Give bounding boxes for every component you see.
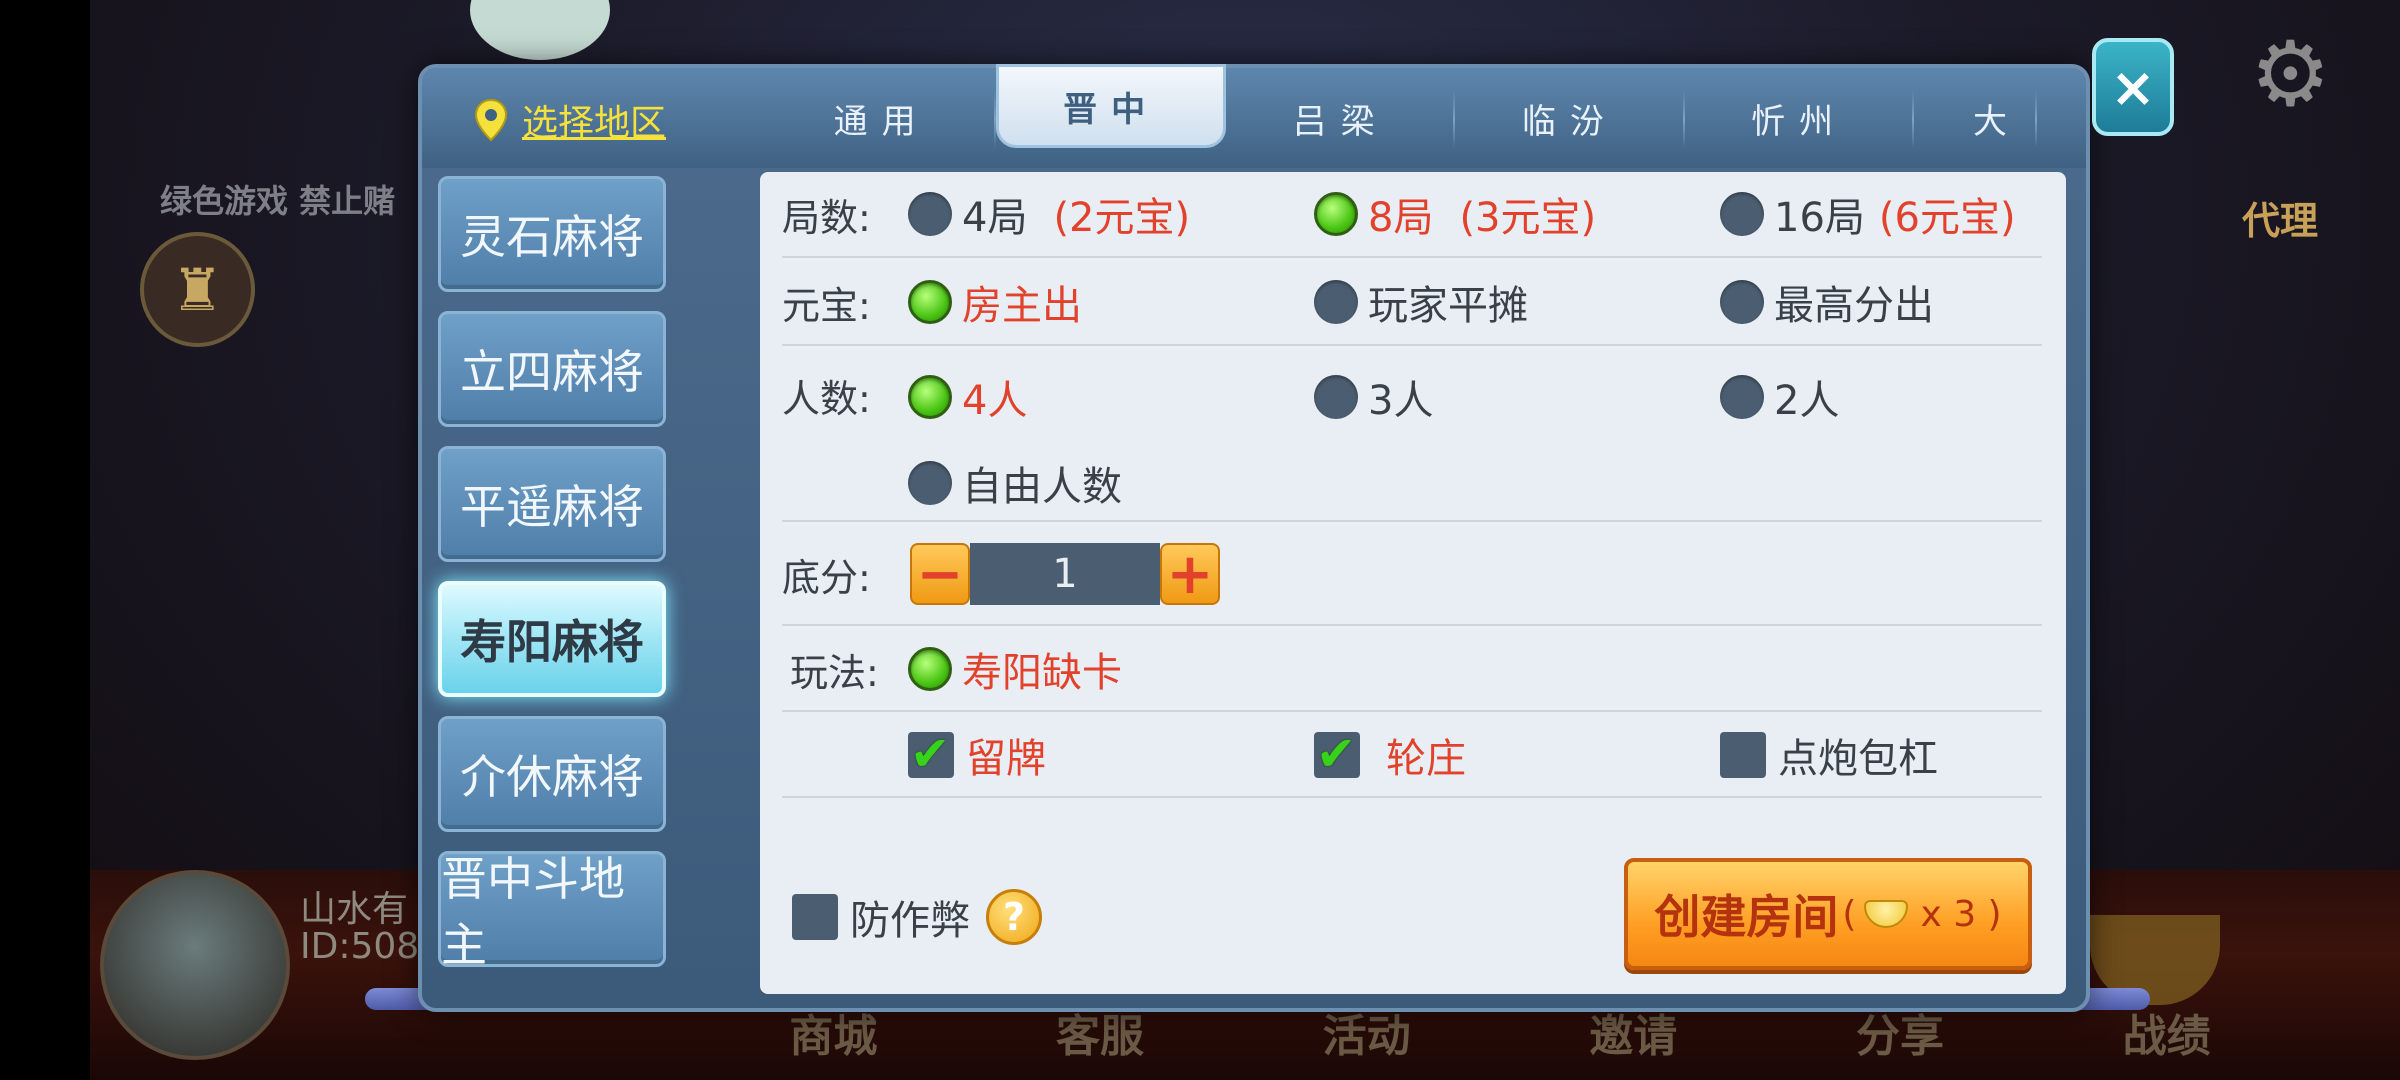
option-price: (3元宝) — [1459, 195, 1597, 241]
rounds-option-16[interactable]: 16局 (6元宝) — [1720, 185, 2016, 243]
extra-option-discard-pays-kong[interactable]: 点炮包杠 — [1720, 726, 1938, 784]
players-row: 人数: 4人 3人 2人 自由人数 — [782, 348, 2042, 522]
create-room-label: 创建房间 — [1654, 890, 1839, 944]
payment-label: 元宝: — [782, 283, 871, 328]
players-label: 人数: — [782, 377, 871, 421]
checkbox-icon — [792, 894, 838, 940]
location-pin-icon — [474, 98, 508, 142]
radio-icon — [908, 192, 952, 236]
option-text: 轮庄 — [1386, 736, 1466, 782]
option-text: 点炮包杠 — [1778, 736, 1938, 782]
help-icon[interactable]: ? — [986, 889, 1042, 945]
option-text: 房主出 — [962, 283, 1082, 329]
create-room-dialog: 选择地区 通用 晋中 吕梁 临汾 忻州 大 灵石麻将 立四麻将 平遥麻将 寿阳麻… — [418, 64, 2090, 1012]
checkbox-icon — [1720, 732, 1766, 778]
players-option-2[interactable]: 2人 — [1720, 368, 1839, 426]
anticheat-option[interactable]: 防作弊 ? — [792, 888, 1042, 946]
option-text: 自由人数 — [962, 464, 1122, 510]
player-id: ID:508 — [300, 926, 420, 967]
base-score-row: 底分: − 1 + — [782, 524, 2042, 626]
play-mode-option-shouyang-queka[interactable]: 寿阳缺卡 — [908, 640, 1122, 698]
radio-icon — [1314, 280, 1358, 324]
option-text: 留牌 — [966, 736, 1046, 782]
increment-button[interactable]: + — [1160, 542, 1220, 607]
gold-ingot-icon — [1864, 900, 1909, 928]
option-text: 2人 — [1774, 378, 1840, 424]
tab-linfen[interactable]: 临汾 — [1455, 68, 1685, 168]
create-room-cost: x 3 ) — [1920, 893, 2002, 935]
base-score-label: 底分: — [782, 555, 871, 600]
checkbox-checked-icon — [1314, 726, 1360, 782]
tab-xinzhou[interactable]: 忻州 — [1685, 68, 1915, 168]
options-panel: 局数: 4局 (2元宝) 8局 (3元宝) 16局 (6元宝) 元宝: 房主出 … — [760, 172, 2066, 994]
tab-general[interactable]: 通用 — [767, 68, 997, 168]
base-score-value: 1 — [970, 543, 1160, 605]
sidebar-item-pingyao-mahjong[interactable]: 平遥麻将 — [438, 446, 666, 562]
create-room-button[interactable]: 创建房间 ( x 3 ) — [1624, 858, 2032, 970]
gear-icon[interactable]: ⚙ — [2250, 30, 2331, 120]
sidebar-item-lisi-mahjong[interactable]: 立四麻将 — [438, 311, 666, 427]
close-button[interactable]: × — [2092, 38, 2174, 136]
option-text: 玩家平摊 — [1368, 283, 1528, 329]
players-option-free[interactable]: 自由人数 — [908, 454, 1122, 512]
option-price: (6元宝) — [1878, 195, 2016, 241]
option-text: 3人 — [1368, 378, 1434, 424]
sidebar-item-shouyang-mahjong[interactable]: 寿阳麻将 — [438, 581, 666, 697]
radio-icon — [1314, 375, 1358, 419]
option-text: 4局 — [962, 195, 1028, 241]
rounds-option-8[interactable]: 8局 (3元宝) — [1314, 185, 1596, 243]
play-mode-label: 玩法: — [790, 650, 879, 695]
extras-row: 留牌 轮庄 点炮包杠 — [782, 714, 2042, 798]
player-avatar[interactable] — [100, 870, 290, 1060]
option-text: 寿阳缺卡 — [962, 650, 1122, 696]
payment-option-highest[interactable]: 最高分出 — [1720, 273, 1934, 331]
option-price: (2元宝) — [1053, 195, 1191, 241]
radio-selected-icon — [908, 280, 952, 324]
radio-selected-icon — [1314, 192, 1358, 236]
payment-row: 元宝: 房主出 玩家平摊 最高分出 — [782, 260, 2042, 346]
sidebar-item-lingshi-mahjong[interactable]: 灵石麻将 — [438, 176, 666, 292]
rounds-option-4[interactable]: 4局 (2元宝) — [908, 185, 1190, 243]
payment-option-split[interactable]: 玩家平摊 — [1314, 273, 1528, 331]
region-select-label: 选择地区 — [522, 103, 667, 144]
anticheat-label: 防作弊 — [850, 898, 970, 944]
sidebar-item-jinzhong-doudizhu[interactable]: 晋中斗地主 — [438, 851, 666, 972]
radio-icon — [908, 461, 952, 505]
checkbox-checked-icon — [908, 726, 954, 782]
sidebar-item-jiexiu-mahjong[interactable]: 介休麻将 — [438, 716, 666, 832]
extra-option-rotate-dealer[interactable]: 轮庄 — [1314, 726, 1466, 784]
player-name: 山水有 — [300, 889, 409, 930]
players-option-4[interactable]: 4人 — [908, 368, 1027, 426]
option-text: 8局 — [1368, 195, 1434, 241]
game-type-sidebar: 灵石麻将 立四麻将 平遥麻将 寿阳麻将 介休麻将 晋中斗地主 — [438, 176, 668, 986]
radio-selected-icon — [908, 375, 952, 419]
dialog-header: 选择地区 通用 晋中 吕梁 临汾 忻州 大 — [422, 64, 2086, 168]
radio-selected-icon — [908, 647, 952, 691]
option-text: 最高分出 — [1774, 283, 1934, 329]
stamp-icon: ♜ — [140, 232, 255, 347]
agent-label[interactable]: 代理 — [2200, 190, 2360, 290]
base-score-stepper: − 1 + — [910, 542, 1220, 607]
payment-option-host[interactable]: 房主出 — [908, 273, 1082, 331]
option-text: 4人 — [962, 378, 1028, 424]
radio-icon — [1720, 375, 1764, 419]
radio-icon — [1720, 280, 1764, 324]
healthy-gaming-notice: 绿色游戏 禁止赌 — [160, 182, 396, 220]
decrement-button[interactable]: − — [910, 542, 970, 607]
radio-icon — [1720, 192, 1764, 236]
create-cost-open: ( — [1842, 893, 1857, 935]
play-mode-row: 玩法: 寿阳缺卡 — [782, 628, 2042, 712]
region-tabs: 通用 晋中 吕梁 临汾 忻州 大 — [767, 64, 2038, 168]
extra-option-keep-tiles[interactable]: 留牌 — [908, 726, 1046, 784]
tab-jinzhong[interactable]: 晋中 — [996, 64, 1226, 148]
rounds-label: 局数: — [782, 195, 871, 240]
players-option-3[interactable]: 3人 — [1314, 368, 1433, 426]
region-select-button[interactable]: 选择地区 — [474, 94, 666, 146]
option-text: 16局 — [1774, 195, 1865, 241]
rounds-row: 局数: 4局 (2元宝) 8局 (3元宝) 16局 (6元宝) — [782, 172, 2042, 258]
tab-lvliang[interactable]: 吕梁 — [1226, 68, 1456, 168]
tab-datong-partial[interactable]: 大 — [1914, 68, 2038, 168]
